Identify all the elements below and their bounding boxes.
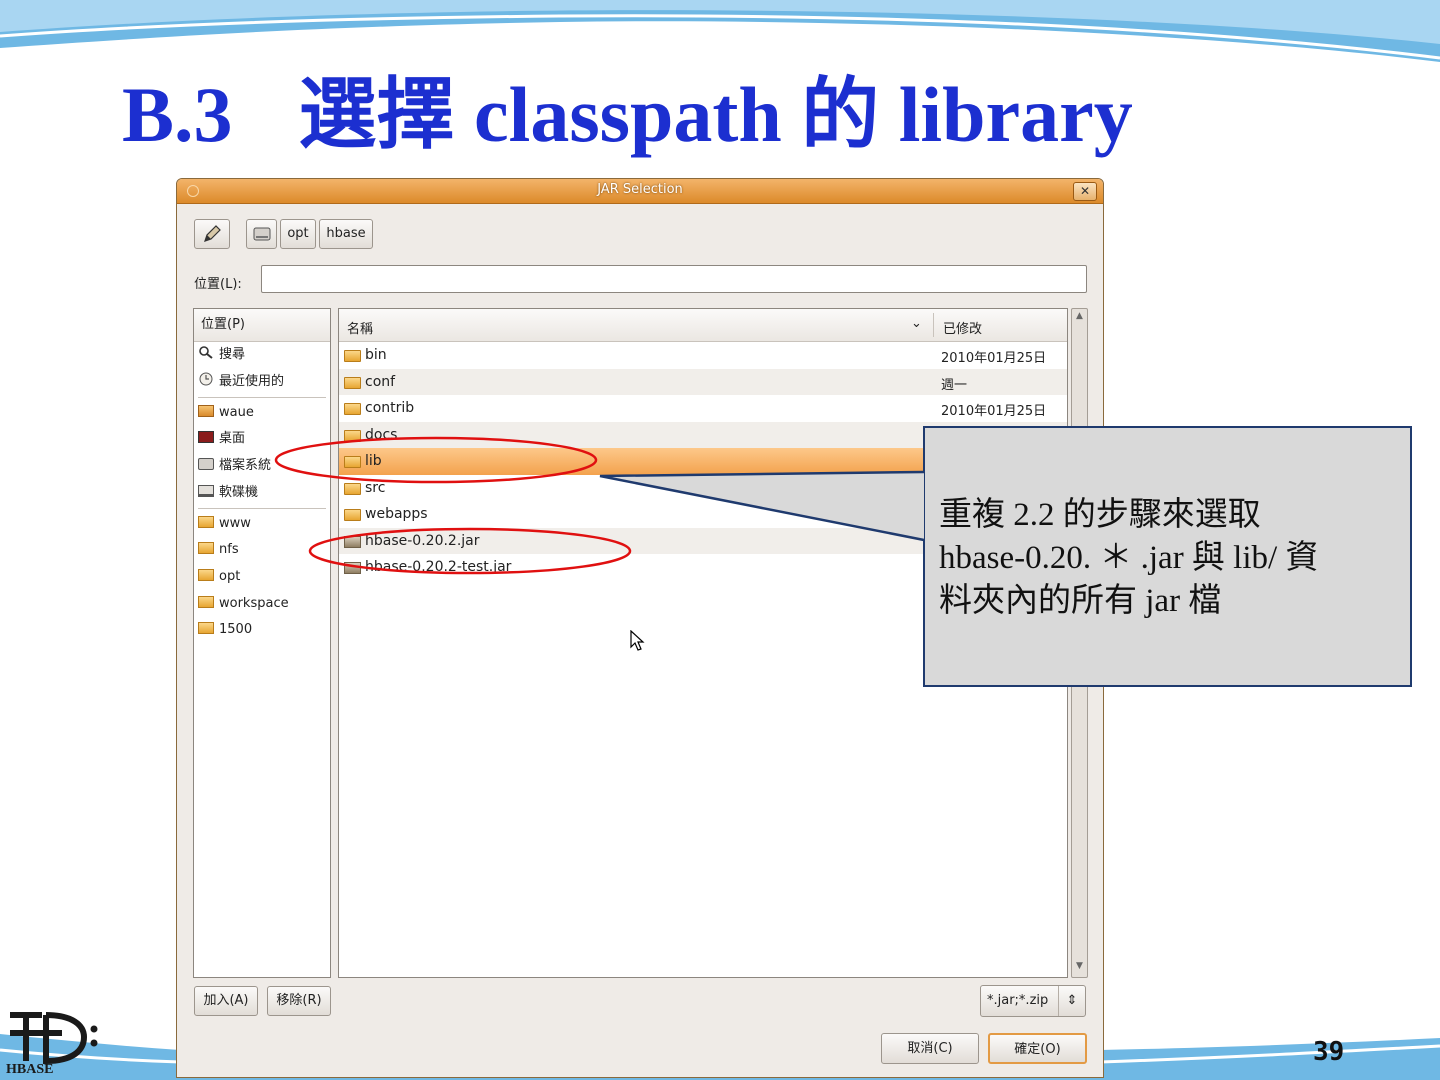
place-label: opt: [219, 569, 241, 584]
folder-icon: [198, 516, 214, 528]
pencil-icon: [204, 225, 221, 242]
filter-value: *.jar;*.zip: [987, 993, 1049, 1008]
callout-line-2: hbase-0.20. ＊ .jar 與 lib/ 資: [939, 540, 1319, 576]
place-label: 最近使用的: [219, 374, 285, 389]
chevron-updown-icon: ⇕: [1058, 986, 1085, 1016]
page-number: 39: [1313, 1037, 1345, 1067]
place-www[interactable]: www: [198, 514, 251, 534]
place-opt[interactable]: opt: [198, 567, 240, 587]
edit-location-button[interactable]: [194, 219, 230, 249]
places-separator: [198, 508, 326, 509]
scroll-up-icon[interactable]: ▲: [1073, 311, 1086, 325]
place-nfs[interactable]: nfs: [198, 540, 239, 560]
callout-line-3: 料夾內的所有 jar 檔: [939, 583, 1222, 619]
place-waue[interactable]: waue: [198, 403, 254, 423]
close-button[interactable]: ✕: [1073, 182, 1097, 201]
callout-text: 重複 2.2 的步驟來選取 hbase-0.20. ＊ .jar 與 lib/ …: [939, 494, 1399, 623]
drive-icon: [253, 227, 270, 241]
add-button[interactable]: 加入(A): [194, 986, 258, 1016]
location-input[interactable]: [261, 265, 1087, 293]
slide-title-number: B.3: [122, 71, 233, 158]
folder-icon: [344, 482, 361, 495]
mouse-cursor-icon: [630, 630, 645, 651]
folder-icon: [344, 509, 361, 521]
folder-icon: [344, 429, 361, 442]
place-filesystem[interactable]: 檔案系統: [198, 456, 271, 476]
place-label: 1500: [219, 622, 253, 637]
jar-file-icon: [344, 535, 361, 548]
hbase-logo: HBASE: [6, 1012, 98, 1075]
file-row[interactable]: contrib 2010年01月25日: [339, 395, 1067, 422]
place-search[interactable]: 搜尋: [198, 345, 245, 365]
folder-icon: [198, 596, 214, 608]
folder-icon: [198, 542, 214, 554]
path-root-button[interactable]: [246, 219, 277, 249]
ok-button[interactable]: 確定(O): [988, 1033, 1087, 1064]
place-desktop[interactable]: 桌面: [198, 429, 245, 449]
place-recent[interactable]: 最近使用的: [198, 372, 284, 392]
column-modified-header[interactable]: 已修改: [943, 318, 982, 337]
place-label: 搜尋: [219, 347, 246, 362]
place-label: www: [219, 516, 251, 531]
slide-title: B.3 選擇 classpath 的 library: [122, 52, 1133, 164]
recent-icon: [199, 372, 213, 386]
path-button-opt[interactable]: opt: [280, 219, 316, 249]
path-button-hbase[interactable]: hbase: [319, 219, 373, 249]
folder-icon: [344, 376, 361, 389]
cancel-button[interactable]: 取消(C): [881, 1033, 979, 1064]
scroll-down-icon[interactable]: ▼: [1073, 961, 1086, 975]
folder-icon: [344, 456, 361, 468]
svg-text:HBASE: HBASE: [6, 1062, 53, 1075]
place-workspace[interactable]: workspace: [198, 594, 289, 614]
drive-icon: [198, 458, 214, 470]
callout-line-1: 重複 2.2 的步驟來選取: [939, 497, 1261, 533]
slide-title-text: 選擇 classpath 的 library: [298, 71, 1133, 158]
desktop-icon: [198, 431, 214, 443]
place-floppy[interactable]: 軟碟機: [198, 483, 258, 503]
floppy-icon: [198, 485, 214, 497]
search-icon: [199, 346, 213, 359]
places-header[interactable]: 位置(P): [194, 309, 330, 342]
jar-file-icon: [344, 562, 361, 574]
home-folder-icon: [198, 405, 214, 417]
column-name-header[interactable]: 名稱: [347, 318, 373, 337]
folder-icon: [198, 569, 214, 581]
places-separator: [198, 397, 326, 398]
file-filter-select[interactable]: *.jar;*.zip ⇕: [980, 985, 1086, 1017]
dialog-title: JAR Selection: [597, 182, 683, 197]
place-label: 軟碟機: [219, 485, 259, 500]
place-label: workspace: [219, 596, 289, 611]
place-label: 桌面: [219, 431, 246, 446]
chevron-down-icon[interactable]: ⌄: [911, 316, 922, 331]
places-panel: 位置(P) 搜尋 最近使用的 waue 桌面 檔案系統 軟碟機 www nfs …: [193, 308, 331, 978]
place-1500[interactable]: 1500: [198, 620, 252, 640]
folder-icon: [344, 403, 361, 415]
file-list-header: 名稱 ⌄ 已修改: [339, 309, 1067, 342]
remove-button[interactable]: 移除(R): [267, 986, 331, 1016]
location-label: 位置(L):: [194, 277, 242, 292]
file-row[interactable]: conf 週一: [339, 368, 1067, 395]
place-label: waue: [219, 405, 254, 420]
file-row[interactable]: bin 2010年01月25日: [339, 342, 1067, 369]
dialog-titlebar[interactable]: JAR Selection ✕: [177, 179, 1103, 204]
folder-icon: [344, 350, 361, 362]
folder-icon: [198, 622, 214, 634]
place-label: nfs: [219, 542, 239, 557]
place-label: 檔案系統: [219, 458, 272, 473]
